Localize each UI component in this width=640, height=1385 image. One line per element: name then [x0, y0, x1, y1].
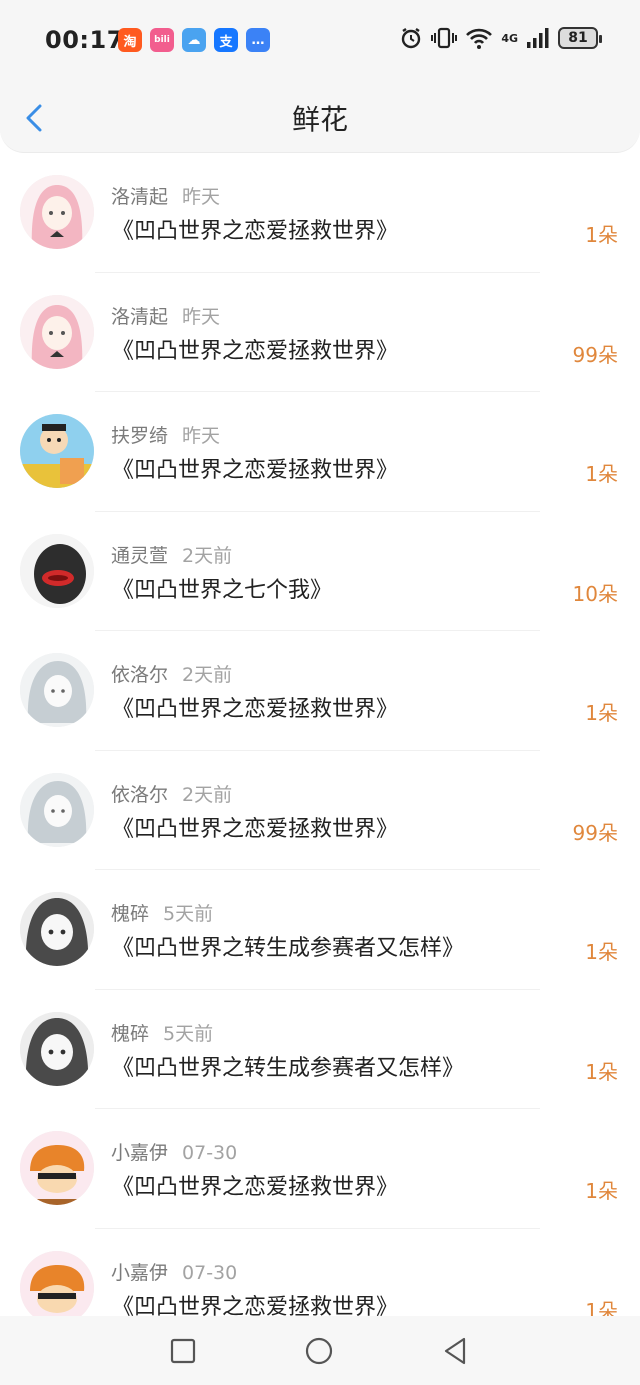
alarm-icon: [402, 28, 421, 49]
record-meta: 槐碎 5天前: [111, 1019, 213, 1046]
avatar[interactable]: [20, 892, 94, 966]
avatar[interactable]: [20, 294, 94, 369]
user-name[interactable]: 洛清起: [111, 306, 168, 328]
avatar[interactable]: [20, 1011, 94, 1086]
user-name[interactable]: 小嘉伊: [111, 1142, 168, 1164]
record-meta: 洛清起 昨天: [111, 182, 220, 209]
triangle-back-icon[interactable]: [440, 1336, 470, 1366]
status-bar: 00:17 淘 bili ☁ 支 … 4G 81: [0, 22, 640, 62]
user-name[interactable]: 槐碎: [111, 1023, 149, 1045]
status-right: 4G 81: [399, 26, 602, 50]
list-item[interactable]: 依洛尔 2天前 《凹凸世界之恋爱拯救世界》 99朵: [0, 751, 640, 870]
avatar[interactable]: [20, 1131, 94, 1205]
record-meta: 小嘉伊 07-30: [111, 1258, 237, 1285]
record-date: 2天前: [182, 783, 233, 806]
record-meta: 依洛尔 2天前: [111, 660, 232, 687]
record-meta: 槐碎 5天前: [111, 899, 213, 926]
wifi-icon: [466, 28, 493, 49]
record-date: 07-30: [182, 1261, 238, 1284]
flower-count: 1朵: [585, 701, 618, 725]
record-meta: 小嘉伊 07-30: [111, 1138, 237, 1165]
alipay-icon: 支: [214, 28, 238, 52]
user-name[interactable]: 槐碎: [111, 903, 149, 925]
flower-count: 1朵: [585, 1179, 618, 1203]
work-title[interactable]: 《凹凸世界之恋爱拯救世界》: [112, 1169, 398, 1201]
message-icon: …: [246, 28, 270, 52]
user-name[interactable]: 扶罗绮: [111, 425, 168, 447]
record-meta: 洛清起 昨天: [111, 302, 220, 329]
record-date: 5天前: [163, 903, 214, 925]
notification-app-icons: 淘 bili ☁ 支 …: [118, 28, 270, 52]
user-name[interactable]: 洛清起: [111, 186, 168, 208]
flower-count: 1朵: [585, 223, 618, 247]
record-date: 昨天: [182, 186, 221, 208]
list-item[interactable]: 槐碎 5天前 《凹凸世界之转生成参赛者又怎样》 1朵: [0, 990, 640, 1109]
list-item[interactable]: 洛清起 昨天 《凹凸世界之恋爱拯救世界》 99朵: [0, 273, 640, 392]
record-meta: 通灵萱 2天前: [111, 541, 232, 568]
flower-count: 1朵: [585, 940, 618, 964]
user-name[interactable]: 通灵萱: [111, 545, 168, 567]
title-bar: 鲜花: [0, 90, 640, 146]
user-name[interactable]: 小嘉伊: [111, 1262, 168, 1284]
work-title[interactable]: 《凹凸世界之恋爱拯救世界》: [112, 213, 398, 245]
work-title[interactable]: 《凹凸世界之恋爱拯救世界》: [112, 811, 398, 843]
battery-indicator: 81: [558, 27, 602, 49]
flower-count: 1朵: [585, 1059, 618, 1084]
system-nav-bar: [0, 1316, 640, 1385]
flower-count: 10朵: [572, 581, 618, 606]
record-date: 5天前: [163, 1022, 214, 1045]
signal-icon: [527, 28, 549, 48]
avatar[interactable]: [20, 1250, 94, 1325]
flower-count: 99朵: [572, 342, 618, 367]
work-title[interactable]: 《凹凸世界之恋爱拯救世界》: [112, 691, 398, 723]
record-date: 昨天: [182, 425, 221, 447]
work-title[interactable]: 《凹凸世界之恋爱拯救世界》: [112, 333, 398, 365]
record-date: 昨天: [182, 305, 221, 328]
flowers-page: 00:17 淘 bili ☁ 支 … 4G 81 鲜花 洛清起 昨天 《凹凸世界…: [0, 0, 640, 1385]
header: 00:17 淘 bili ☁ 支 … 4G 81 鲜花: [0, 0, 640, 153]
page-title: 鲜花: [291, 103, 348, 136]
avatar[interactable]: [20, 772, 94, 847]
avatar[interactable]: [20, 653, 94, 727]
flower-record-list: 洛清起 昨天 《凹凸世界之恋爱拯救世界》 1朵 洛清起 昨天 《凹凸世界之恋爱拯救世…: [0, 153, 640, 1348]
avatar[interactable]: [20, 414, 94, 488]
list-item[interactable]: 小嘉伊 07-30 《凹凸世界之恋爱拯救世界》 1朵: [0, 1109, 640, 1229]
list-item[interactable]: 依洛尔 2天前 《凹凸世界之恋爱拯救世界》 1朵: [0, 631, 640, 751]
record-meta: 依洛尔 2天前: [111, 780, 232, 807]
list-item[interactable]: 槐碎 5天前 《凹凸世界之转生成参赛者又怎样》 1朵: [0, 870, 640, 990]
avatar[interactable]: [20, 533, 94, 608]
work-title[interactable]: 《凹凸世界之转生成参赛者又怎样》: [112, 930, 464, 962]
user-name[interactable]: 依洛尔: [111, 784, 168, 806]
list-item[interactable]: 洛清起 昨天 《凹凸世界之恋爱拯救世界》 1朵: [0, 153, 640, 273]
avatar[interactable]: [20, 175, 94, 249]
work-title[interactable]: 《凹凸世界之转生成参赛者又怎样》: [112, 1050, 464, 1082]
taobao-icon: 淘: [118, 28, 142, 52]
network-type: 4G: [501, 31, 518, 45]
user-name[interactable]: 依洛尔: [111, 664, 168, 686]
record-date: 2天前: [182, 664, 233, 686]
bilibili-icon: bili: [150, 28, 174, 52]
weather-icon: ☁: [182, 28, 206, 52]
flower-count: 99朵: [572, 820, 618, 845]
vibrate-icon: [431, 27, 458, 49]
work-title[interactable]: 《凹凸世界之七个我》: [112, 572, 332, 604]
circle-icon[interactable]: [304, 1336, 334, 1366]
flower-count: 1朵: [585, 462, 618, 486]
record-meta: 扶罗绮 昨天: [111, 421, 220, 448]
list-item[interactable]: 通灵萱 2天前 《凹凸世界之七个我》 10朵: [0, 512, 640, 631]
record-date: 2天前: [182, 544, 233, 567]
status-time: 00:17: [45, 26, 124, 54]
list-item[interactable]: 扶罗绮 昨天 《凹凸世界之恋爱拯救世界》 1朵: [0, 392, 640, 512]
square-icon[interactable]: [168, 1336, 198, 1366]
record-date: 07-30: [182, 1142, 238, 1164]
work-title[interactable]: 《凹凸世界之恋爱拯救世界》: [112, 452, 398, 484]
